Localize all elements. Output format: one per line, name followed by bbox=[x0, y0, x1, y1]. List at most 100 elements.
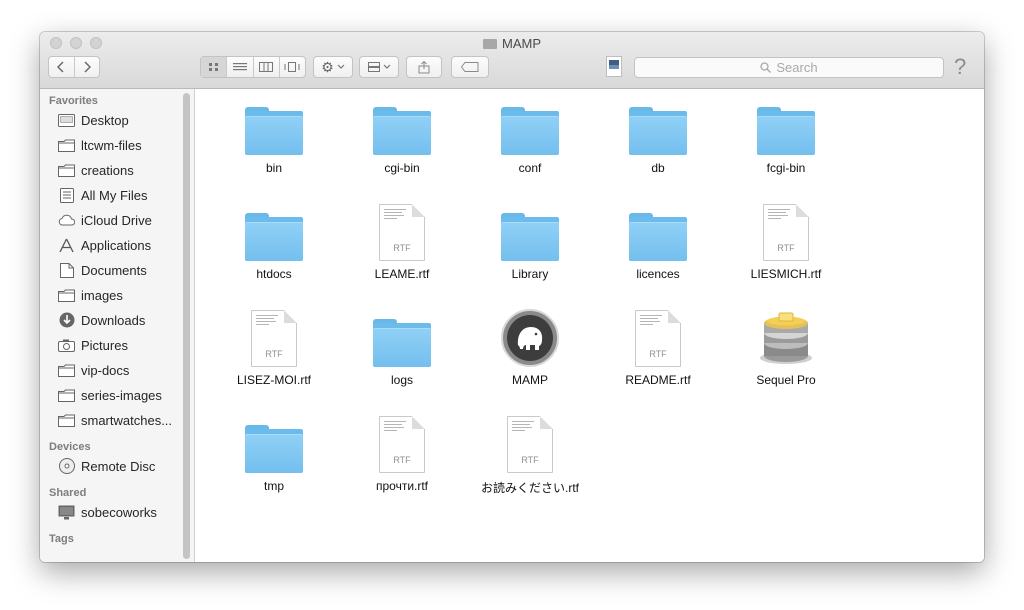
folder-icon bbox=[58, 388, 75, 402]
jpeg-file-icon[interactable] bbox=[606, 56, 622, 77]
folder-icon bbox=[245, 213, 303, 261]
file-name-label: LISEZ-MOI.rtf bbox=[236, 373, 311, 387]
sidebar-item-icloud-drive[interactable]: iCloud Drive bbox=[58, 210, 152, 230]
sidebar-heading-tags: Tags bbox=[49, 533, 74, 545]
search-field[interactable]: Search bbox=[634, 57, 944, 78]
file-name-label: licences bbox=[636, 267, 680, 281]
folder-item[interactable]: tmp bbox=[219, 415, 329, 493]
sidebar-item-label: Downloads bbox=[81, 312, 146, 328]
file-name-label: db bbox=[651, 161, 665, 175]
sidebar-item-ltcwm-files[interactable]: ltcwm-files bbox=[58, 135, 142, 155]
icon-view-button[interactable] bbox=[201, 57, 228, 77]
sidebar-item-all-my-files[interactable]: All My Files bbox=[58, 185, 147, 205]
sidebar-item-label: All My Files bbox=[81, 187, 148, 203]
sequel-pro-pancakes-icon bbox=[757, 309, 815, 367]
sidebar-item-smartwatches[interactable]: smartwatches... bbox=[58, 410, 172, 430]
cover-flow-button[interactable] bbox=[280, 57, 305, 77]
app-item[interactable]: MAMP bbox=[475, 309, 585, 387]
edit-tags-button[interactable] bbox=[451, 56, 489, 78]
file-item[interactable]: RTF LIESMICH.rtf bbox=[731, 203, 841, 281]
file-name-label: お読みください.rtf bbox=[481, 481, 579, 495]
sidebar: Favorites Desktop ltcwm-files creations All … bbox=[40, 89, 195, 562]
file-item[interactable]: RTF README.rtf bbox=[603, 309, 713, 387]
folder-icon bbox=[58, 163, 75, 177]
sidebar-item-label: Documents bbox=[81, 262, 147, 278]
sidebar-item-pictures[interactable]: Pictures bbox=[58, 335, 128, 355]
search-icon bbox=[760, 62, 772, 73]
sidebar-item-vip-docs[interactable]: vip-docs bbox=[58, 360, 129, 380]
sidebar-item-creations[interactable]: creations bbox=[58, 160, 134, 180]
sidebar-item-downloads[interactable]: Downloads bbox=[58, 310, 145, 330]
file-name-label: tmp bbox=[263, 479, 284, 493]
sidebar-item-label: sobecoworks bbox=[81, 504, 157, 520]
file-name-label: README.rtf bbox=[625, 373, 691, 387]
list-view-button[interactable] bbox=[227, 57, 254, 77]
rtf-document-icon: RTF bbox=[507, 416, 553, 473]
file-grid: bin cgi-bin conf db fcgi-bin htdocs RTF LEAME.r… bbox=[195, 89, 984, 562]
file-extension-label: RTF bbox=[265, 349, 283, 359]
file-name-label: bin bbox=[265, 161, 282, 175]
back-button[interactable] bbox=[49, 57, 75, 77]
chevron-down-icon bbox=[383, 64, 390, 69]
disc-icon bbox=[58, 458, 75, 474]
sidebar-item-label: creations bbox=[81, 162, 134, 178]
download-icon bbox=[58, 312, 75, 328]
folder-item[interactable]: bin bbox=[219, 97, 329, 175]
sidebar-item-label: Pictures bbox=[81, 337, 128, 353]
camera-icon bbox=[58, 338, 75, 352]
file-extension-label: RTF bbox=[393, 455, 411, 465]
folder-item[interactable]: db bbox=[603, 97, 713, 175]
share-button[interactable] bbox=[406, 56, 442, 78]
folder-item[interactable]: logs bbox=[347, 309, 457, 387]
action-menu-button[interactable]: ⚙ bbox=[313, 56, 353, 78]
folder-icon bbox=[58, 413, 75, 427]
app-item[interactable]: Sequel Pro bbox=[731, 309, 841, 387]
help-button[interactable]: ? bbox=[954, 54, 966, 80]
all-files-icon bbox=[58, 187, 75, 203]
tag-icon bbox=[461, 62, 479, 72]
folder-item[interactable]: htdocs bbox=[219, 203, 329, 281]
folder-icon bbox=[501, 213, 559, 261]
file-item[interactable]: RTF LEAME.rtf bbox=[347, 203, 457, 281]
folder-icon bbox=[373, 107, 431, 155]
arrange-menu-button[interactable] bbox=[359, 56, 399, 78]
title-bar: MAMP ⚙ Search ? bbox=[40, 32, 984, 89]
sidebar-item-images[interactable]: images bbox=[58, 285, 123, 305]
folder-item[interactable]: licences bbox=[603, 203, 713, 281]
sidebar-item-label: Desktop bbox=[81, 112, 129, 128]
file-item[interactable]: RTF LISEZ-MOI.rtf bbox=[219, 309, 329, 387]
folder-icon bbox=[757, 107, 815, 155]
folder-item[interactable]: Library bbox=[475, 203, 585, 281]
file-item[interactable]: RTF お読みください.rtf bbox=[475, 415, 585, 496]
sidebar-heading-shared: Shared bbox=[49, 487, 87, 499]
title-folder-icon bbox=[483, 39, 497, 49]
rtf-document-icon: RTF bbox=[251, 310, 297, 367]
file-extension-label: RTF bbox=[521, 455, 539, 465]
folder-item[interactable]: fcgi-bin bbox=[731, 97, 841, 175]
folder-icon bbox=[58, 138, 75, 152]
column-view-button[interactable] bbox=[254, 57, 280, 77]
file-extension-label: RTF bbox=[393, 243, 411, 253]
file-name-label: LEAME.rtf bbox=[374, 267, 430, 281]
folder-item[interactable]: cgi-bin bbox=[347, 97, 457, 175]
folder-icon bbox=[245, 425, 303, 473]
chevron-down-icon bbox=[337, 64, 345, 69]
forward-button[interactable] bbox=[75, 57, 100, 77]
file-item[interactable]: RTF прочти.rtf bbox=[347, 415, 457, 493]
sidebar-item-label: vip-docs bbox=[81, 362, 130, 378]
sidebar-scrollbar[interactable] bbox=[183, 93, 190, 559]
sidebar-item-sobecoworks[interactable]: sobecoworks bbox=[58, 502, 157, 522]
folder-item[interactable]: conf bbox=[475, 97, 585, 175]
gear-icon: ⚙ bbox=[321, 58, 334, 75]
arrange-icon bbox=[367, 62, 380, 72]
view-mode-selector bbox=[200, 56, 306, 78]
sidebar-item-applications[interactable]: Applications bbox=[58, 235, 151, 255]
folder-icon bbox=[245, 107, 303, 155]
grid-icon bbox=[208, 63, 218, 71]
sidebar-item-remote-disc[interactable]: Remote Disc bbox=[58, 456, 155, 476]
sidebar-item-documents[interactable]: Documents bbox=[58, 260, 147, 280]
sidebar-item-series-images[interactable]: series-images bbox=[58, 385, 162, 405]
sidebar-item-desktop[interactable]: Desktop bbox=[58, 110, 129, 130]
sidebar-heading-favorites: Favorites bbox=[49, 95, 98, 107]
chevron-right-icon bbox=[84, 61, 91, 73]
